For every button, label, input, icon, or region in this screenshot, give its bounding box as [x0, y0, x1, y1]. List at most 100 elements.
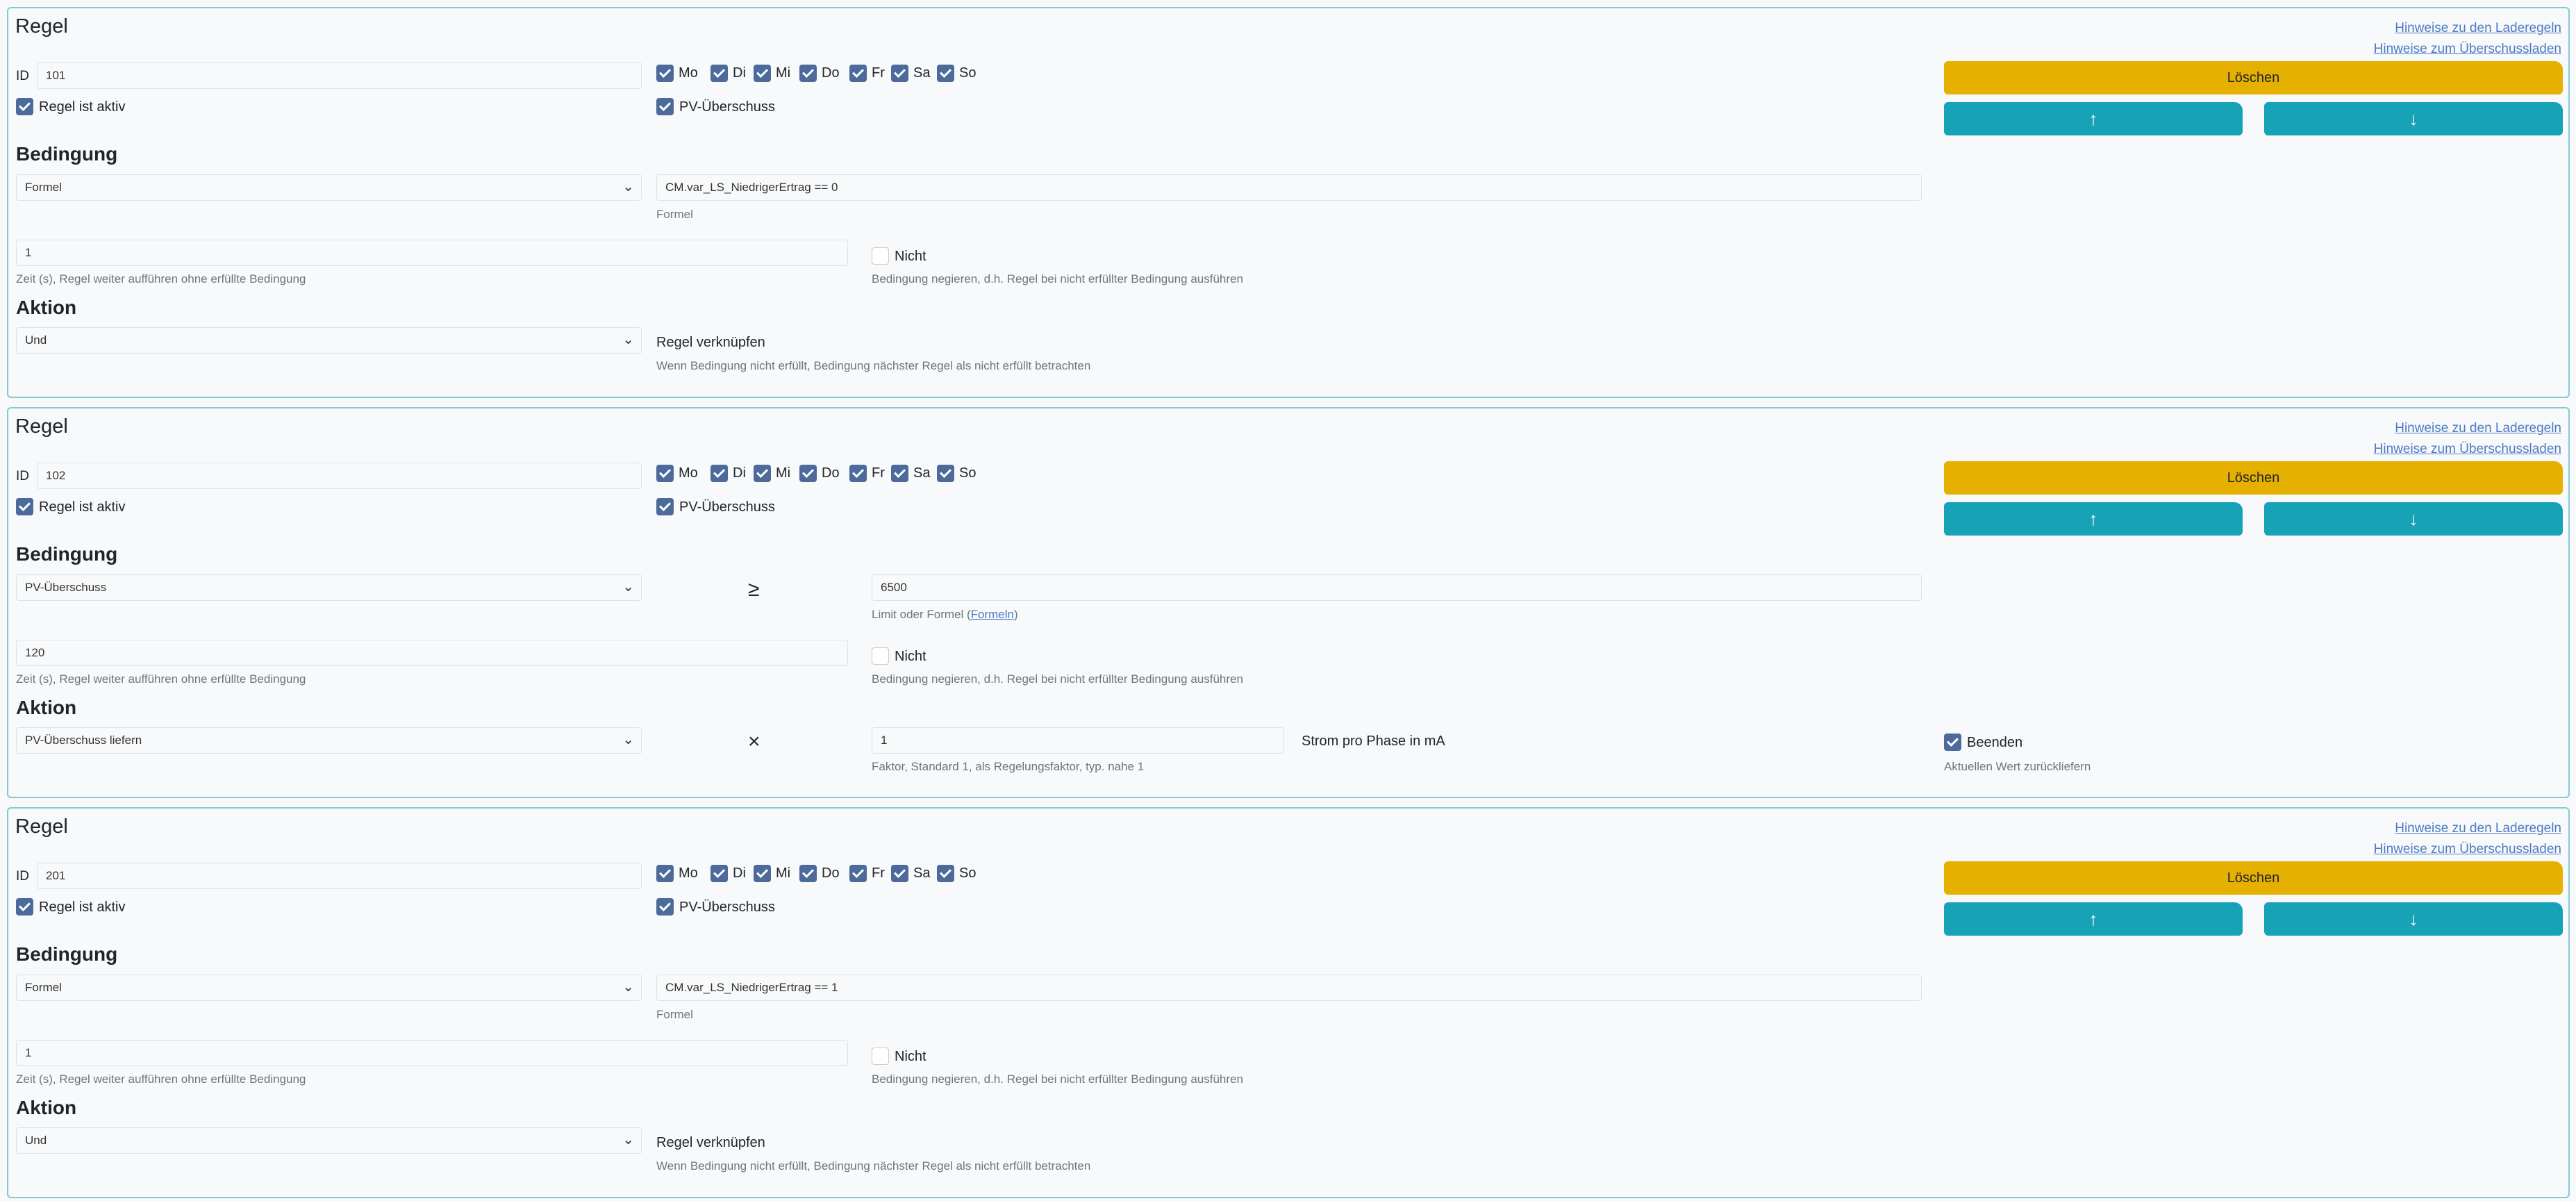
not-checkbox[interactable]: [872, 1047, 889, 1065]
id-input[interactable]: 101: [37, 63, 642, 89]
pv-checkbox[interactable]: [656, 498, 674, 515]
operator-gte: ≥: [748, 578, 760, 601]
day-label: Di: [733, 65, 746, 81]
condition-type-select[interactable]: Formel ⌄: [16, 174, 642, 201]
link-rule-help: Wenn Bedingung nicht erfüllt, Bedingung …: [656, 359, 1091, 372]
move-up-button[interactable]: ↑: [1944, 502, 2243, 536]
link-laderegeln[interactable]: Hinweise zu den Laderegeln: [2395, 21, 2561, 36]
day-label: Di: [733, 465, 746, 481]
formula-input[interactable]: CM.var_LS_NiedrigerErtrag == 0: [656, 174, 1922, 201]
day-label: Do: [822, 65, 840, 81]
day-checkbox[interactable]: [849, 65, 867, 82]
day-label: Do: [822, 465, 840, 481]
factor-help: Faktor, Standard 1, als Regelungsfaktor,…: [872, 760, 1145, 773]
day-label: Fr: [872, 65, 885, 81]
delete-button[interactable]: Löschen: [1944, 861, 2563, 895]
pv-checkbox[interactable]: [656, 898, 674, 916]
formeln-link[interactable]: Formeln: [971, 608, 1014, 621]
time-input[interactable]: 120: [16, 640, 848, 666]
day-checkbox[interactable]: [754, 465, 771, 482]
day-checkbox[interactable]: [891, 65, 908, 82]
move-down-button[interactable]: ↓: [2264, 902, 2563, 936]
link-rule-label: Regel verknüpfen: [656, 1135, 765, 1150]
action-type-select[interactable]: PV-Überschuss liefern ⌄: [16, 727, 642, 754]
move-up-button[interactable]: ↑: [1944, 902, 2243, 936]
day-label: Fr: [872, 465, 885, 481]
id-input[interactable]: 201: [37, 863, 642, 889]
day-checkbox[interactable]: [754, 65, 771, 82]
rule-heading: Regel: [15, 15, 68, 38]
day-label: Mi: [776, 65, 791, 81]
rule-heading: Regel: [15, 815, 68, 838]
link-ueberschussladen[interactable]: Hinweise zum Überschussladen: [2374, 442, 2561, 457]
day-checkbox[interactable]: [711, 65, 728, 82]
operator-multiply: ×: [748, 730, 761, 753]
day-checkbox[interactable]: [799, 65, 817, 82]
not-checkbox[interactable]: [872, 247, 889, 265]
action-heading: Aktion: [16, 697, 77, 718]
time-input[interactable]: 1: [16, 1040, 848, 1066]
active-checkbox[interactable]: [16, 898, 33, 916]
chevron-down-icon: ⌄: [622, 332, 634, 347]
arrow-down-icon: ↓: [2409, 108, 2418, 129]
day-checkbox[interactable]: [937, 865, 954, 882]
delete-button[interactable]: Löschen: [1944, 61, 2563, 94]
move-up-button[interactable]: ↑: [1944, 102, 2243, 135]
day-checkbox[interactable]: [656, 865, 674, 882]
day-checkbox[interactable]: [849, 465, 867, 482]
action-heading: Aktion: [16, 297, 77, 318]
day-checkbox[interactable]: [849, 865, 867, 882]
day-checkbox[interactable]: [891, 465, 908, 482]
pv-label: PV-Überschuss: [679, 900, 775, 915]
day-label: Mi: [776, 865, 791, 881]
condition-type-select[interactable]: Formel ⌄: [16, 975, 642, 1001]
finish-checkbox[interactable]: [1944, 734, 1961, 751]
select-value: Formel: [25, 181, 62, 194]
time-input[interactable]: 1: [16, 240, 848, 266]
link-ueberschussladen[interactable]: Hinweise zum Überschussladen: [2374, 42, 2561, 57]
day-checkbox[interactable]: [937, 465, 954, 482]
active-checkbox[interactable]: [16, 498, 33, 515]
limit-input[interactable]: 6500: [872, 574, 1922, 601]
day-checkbox[interactable]: [754, 865, 771, 882]
day-checkbox[interactable]: [656, 65, 674, 82]
action-type-select[interactable]: Und ⌄: [16, 1127, 642, 1154]
select-value: PV-Überschuss: [25, 581, 107, 594]
condition-type-select[interactable]: PV-Überschuss ⌄: [16, 574, 642, 601]
day-label: So: [959, 865, 977, 881]
day-checkbox[interactable]: [799, 465, 817, 482]
move-down-button[interactable]: ↓: [2264, 502, 2563, 536]
factor-input[interactable]: 1: [872, 727, 1284, 754]
rule-heading: Regel: [15, 415, 68, 438]
pv-checkbox[interactable]: [656, 98, 674, 115]
day-checkbox[interactable]: [799, 865, 817, 882]
unit-label: Strom pro Phase in mA: [1302, 734, 1445, 749]
day-label: Di: [733, 865, 746, 881]
finish-label: Beenden: [1967, 735, 2023, 750]
link-laderegeln[interactable]: Hinweise zu den Laderegeln: [2395, 821, 2561, 836]
id-input[interactable]: 102: [37, 463, 642, 489]
day-label: So: [959, 65, 977, 81]
link-laderegeln[interactable]: Hinweise zu den Laderegeln: [2395, 421, 2561, 436]
limit-help-prefix: Limit oder Formel (: [872, 608, 971, 621]
limit-help-suffix: ): [1014, 608, 1018, 621]
pv-label: PV-Überschuss: [679, 499, 775, 515]
action-heading: Aktion: [16, 1097, 77, 1118]
day-label: Mo: [679, 865, 698, 881]
chevron-down-icon: ⌄: [622, 979, 634, 995]
day-checkbox[interactable]: [711, 865, 728, 882]
action-type-select[interactable]: Und ⌄: [16, 327, 642, 354]
day-checkbox[interactable]: [937, 65, 954, 82]
not-checkbox[interactable]: [872, 647, 889, 665]
active-checkbox[interactable]: [16, 98, 33, 115]
move-down-button[interactable]: ↓: [2264, 102, 2563, 135]
day-checkbox[interactable]: [891, 865, 908, 882]
formula-input[interactable]: CM.var_LS_NiedrigerErtrag == 1: [656, 975, 1922, 1001]
delete-button[interactable]: Löschen: [1944, 461, 2563, 495]
day-checkbox[interactable]: [711, 465, 728, 482]
day-checkbox[interactable]: [656, 465, 674, 482]
rule-card-102: Regel Hinweise zu den Laderegeln Hinweis…: [7, 407, 2570, 798]
time-help: Zeit (s), Regel weiter aufführen ohne er…: [16, 1072, 306, 1086]
link-ueberschussladen[interactable]: Hinweise zum Überschussladen: [2374, 842, 2561, 857]
day-label: Sa: [913, 65, 931, 81]
